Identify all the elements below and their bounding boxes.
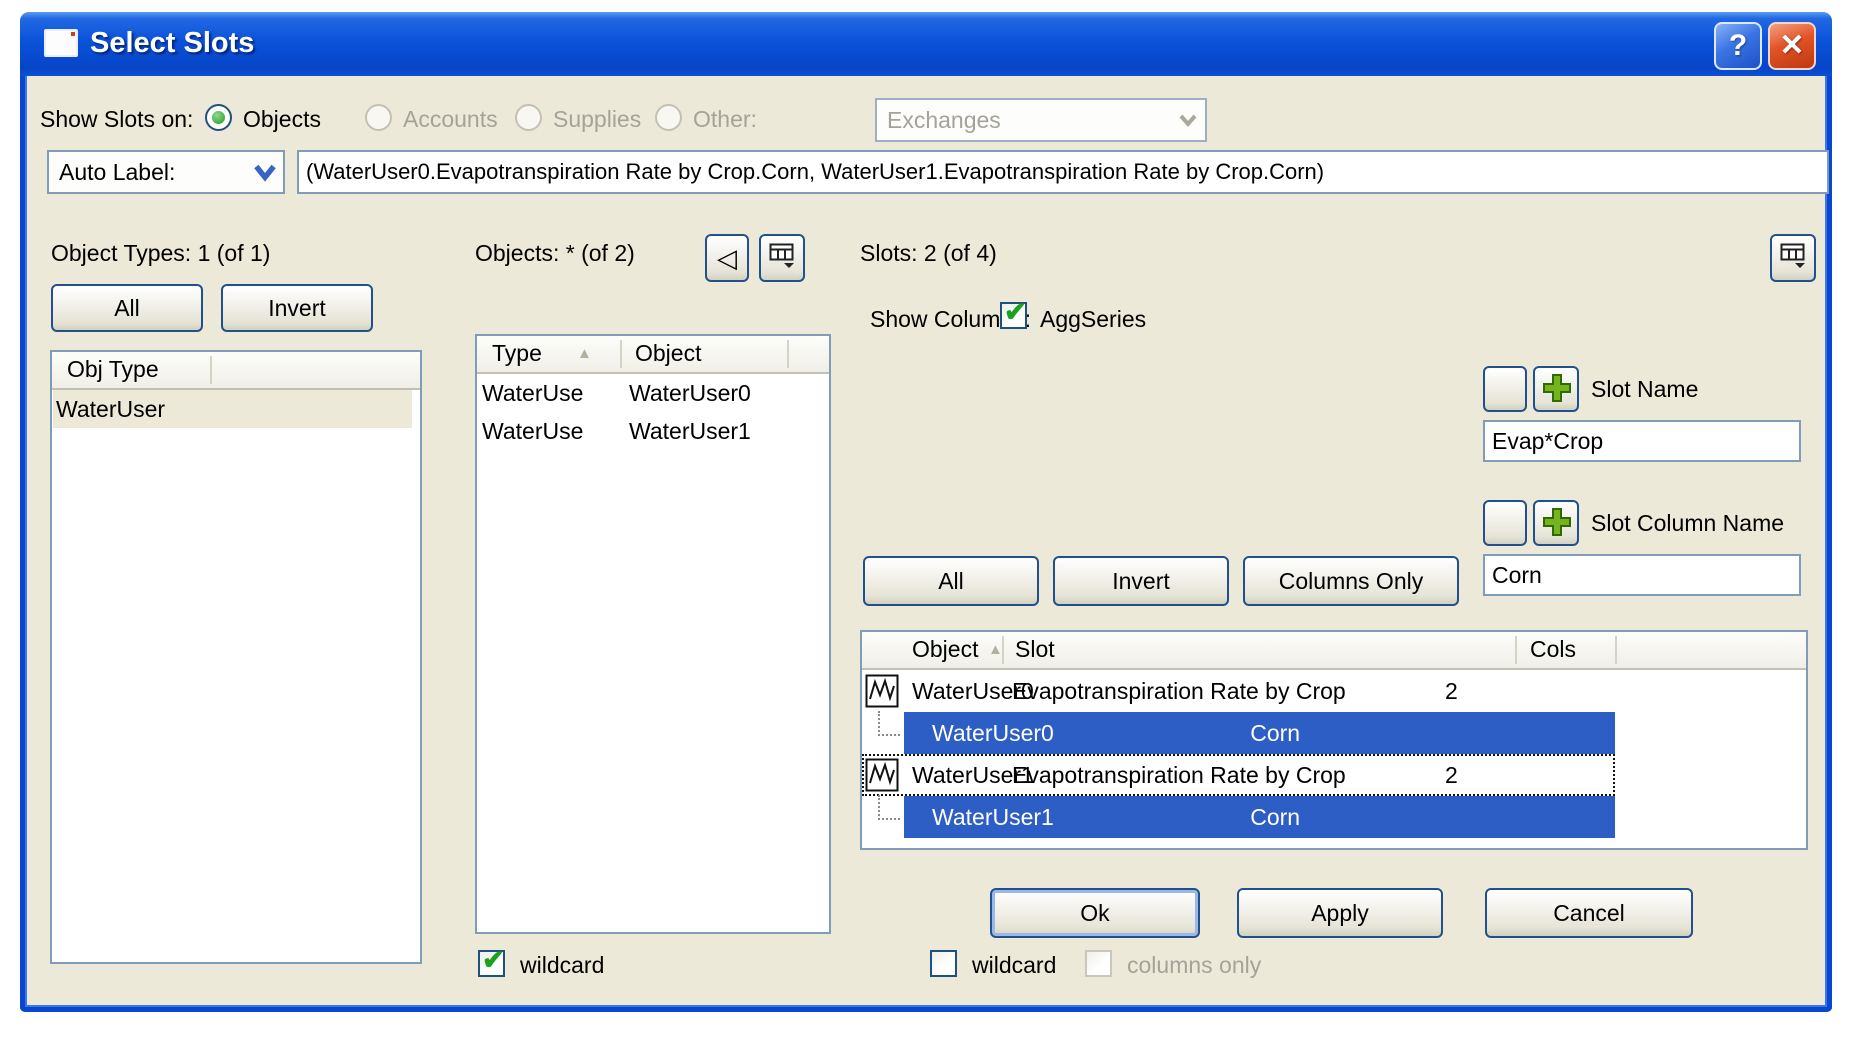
nav-previous-button[interactable]: ◁ xyxy=(705,234,749,282)
radio-objects[interactable] xyxy=(205,104,232,131)
auto-label-dropdown[interactable]: Auto Label: xyxy=(47,150,285,194)
agg-series-label[interactable]: AggSeries xyxy=(1040,304,1146,334)
slot-column-name-label: Slot Column Name xyxy=(1591,508,1784,538)
slots-table: Object ▲ Slot Cols WaterUser0 Evapotrans… xyxy=(860,630,1808,850)
plus-icon xyxy=(1541,383,1573,409)
slots-invert-button[interactable]: Invert xyxy=(1053,556,1229,606)
slots-wildcard-label[interactable]: wildcard xyxy=(972,950,1056,980)
radio-supplies-label: Supplies xyxy=(553,104,641,134)
tree-connector xyxy=(878,795,900,820)
titlebar[interactable]: Select Slots ? ✕ xyxy=(20,12,1832,76)
check-icon: ✔ xyxy=(482,945,505,976)
close-button[interactable]: ✕ xyxy=(1768,22,1816,70)
check-icon: ✔ xyxy=(1004,297,1027,328)
object-types-invert-button[interactable]: Invert xyxy=(221,284,373,332)
list-item[interactable]: WaterUser xyxy=(52,390,420,428)
radio-accounts-label: Accounts xyxy=(403,104,498,134)
radio-other xyxy=(655,104,682,131)
slot-column-add-button[interactable] xyxy=(1533,500,1579,546)
select-slots-dialog: Select Slots ? ✕ Show Slots on: Objects … xyxy=(20,12,1832,1012)
apply-button[interactable]: Apply xyxy=(1237,888,1443,938)
close-icon: ✕ xyxy=(1779,29,1804,62)
objects-wildcard-checkbox[interactable]: ✔ xyxy=(478,950,505,977)
objects-title: Objects: * (of 2) xyxy=(475,240,635,267)
object-types-all-button[interactable]: All xyxy=(51,284,203,332)
agg-series-checkbox[interactable]: ✔ xyxy=(1000,302,1027,329)
chevron-down-icon xyxy=(1176,109,1200,137)
table-columns-icon xyxy=(1778,248,1808,274)
list-item[interactable]: WaterUse WaterUser0 xyxy=(477,374,829,412)
list-item[interactable]: WaterUse WaterUser1 xyxy=(477,412,829,450)
radio-objects-label[interactable]: Objects xyxy=(243,104,321,134)
radio-other-label: Other: xyxy=(693,104,757,134)
slot-name-clear-button[interactable] xyxy=(1483,366,1527,412)
plus-icon xyxy=(1541,517,1573,543)
help-icon: ? xyxy=(1729,29,1747,62)
slot-name-label: Slot Name xyxy=(1591,374,1698,404)
chevron-down-icon xyxy=(252,161,278,191)
slots-table-header[interactable]: Object ▲ Slot Cols xyxy=(862,632,1806,670)
slot-column-name-field[interactable] xyxy=(1483,554,1801,596)
table-row[interactable]: WaterUser1 Evapotranspiration Rate by Cr… xyxy=(862,754,1615,796)
table-row[interactable]: WaterUser0 Corn xyxy=(862,712,1615,754)
radio-supplies xyxy=(515,104,542,131)
columns-only-button[interactable]: Columns Only xyxy=(1243,556,1459,606)
object-types-header[interactable]: Obj Type xyxy=(52,352,420,390)
slots-title: Slots: 2 (of 4) xyxy=(860,240,997,267)
cancel-button[interactable]: Cancel xyxy=(1485,888,1693,938)
objects-wildcard-label[interactable]: wildcard xyxy=(520,950,604,980)
window-icon xyxy=(44,29,78,57)
objects-header[interactable]: Type ▲ Object xyxy=(477,336,829,374)
radio-accounts xyxy=(365,104,392,131)
show-slots-on-label: Show Slots on: xyxy=(40,104,193,134)
auto-label-field[interactable] xyxy=(297,150,1829,194)
slot-name-add-button[interactable] xyxy=(1533,366,1579,412)
slot-name-field[interactable] xyxy=(1483,420,1801,462)
table-row[interactable]: WaterUser1 Corn xyxy=(862,796,1615,838)
exchanges-dropdown: Exchanges xyxy=(875,98,1207,142)
sort-ascending-icon: ▲ xyxy=(988,641,1003,658)
columns-only-checkbox xyxy=(1085,950,1112,977)
objects-list: Type ▲ Object WaterUse WaterUser0 WaterU… xyxy=(475,334,831,934)
slots-wildcard-checkbox[interactable] xyxy=(930,950,957,977)
window-title: Select Slots xyxy=(90,12,254,74)
tree-connector xyxy=(878,711,900,736)
object-types-list: Obj Type WaterUser xyxy=(50,350,422,964)
sort-ascending-icon: ▲ xyxy=(577,345,592,362)
object-types-title: Object Types: 1 (of 1) xyxy=(51,240,270,267)
columns-only-label: columns only xyxy=(1127,950,1261,980)
table-row[interactable]: WaterUser0 Evapotranspiration Rate by Cr… xyxy=(862,670,1615,712)
slot-column-clear-button[interactable] xyxy=(1483,500,1527,546)
triangle-left-icon: ◁ xyxy=(717,243,737,273)
slots-all-button[interactable]: All xyxy=(863,556,1039,606)
help-button[interactable]: ? xyxy=(1714,22,1762,70)
ok-button[interactable]: Ok xyxy=(990,888,1200,938)
slots-columns-menu-button[interactable] xyxy=(1770,234,1816,282)
objects-columns-menu-button[interactable] xyxy=(759,234,805,282)
table-columns-icon xyxy=(767,248,797,274)
